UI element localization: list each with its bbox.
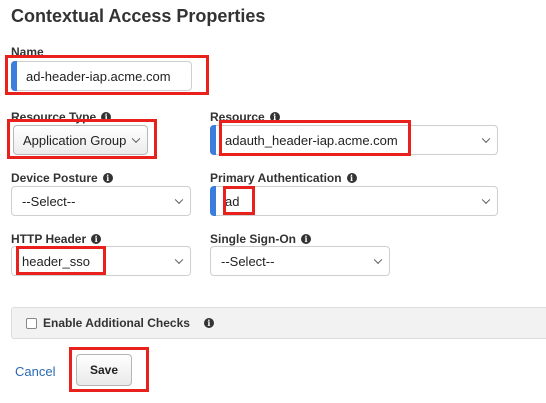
device-posture-value: --Select--	[22, 193, 76, 209]
resource-type-label-text: Resource Type	[11, 110, 97, 124]
primary-auth-value: ad	[225, 193, 240, 209]
device-posture-select[interactable]: --Select--	[11, 186, 191, 216]
resource-select[interactable]: adauth_header-iap.acme.com	[210, 125, 498, 155]
info-icon: i	[102, 173, 113, 183]
single-sign-on-label: Single Sign-On i	[210, 232, 311, 246]
primary-auth-select[interactable]: ad	[210, 186, 498, 216]
single-sign-on-label-text: Single Sign-On	[210, 232, 296, 246]
single-sign-on-value: --Select--	[221, 253, 275, 269]
primary-auth-label-text: Primary Authentication	[210, 171, 342, 185]
contextual-access-properties-page: Contextual Access Properties Name ad-hea…	[0, 0, 546, 403]
chevron-down-icon	[174, 195, 184, 205]
primary-auth-label: Primary Authentication i	[210, 171, 357, 185]
page-title: Contextual Access Properties	[11, 6, 266, 26]
additional-checks-checkbox[interactable]	[26, 317, 37, 329]
chevron-down-icon	[174, 255, 184, 265]
chevron-down-icon	[131, 134, 141, 144]
http-header-label: HTTP Header i	[11, 232, 102, 246]
device-posture-label: Device Posture i	[11, 171, 113, 185]
resource-label-text: Resource	[210, 110, 265, 124]
info-icon: i	[91, 234, 102, 244]
chevron-down-icon	[481, 195, 491, 205]
name-input[interactable]: ad-header-iap.acme.com	[11, 61, 192, 91]
cancel-link[interactable]: Cancel	[15, 364, 55, 379]
save-button[interactable]: Save	[76, 354, 132, 386]
resource-type-label: Resource Type i	[11, 110, 112, 124]
info-icon: i	[203, 318, 214, 328]
info-icon: i	[269, 112, 280, 122]
additional-checks-bar: Enable Additional Checks i	[11, 307, 546, 339]
http-header-label-text: HTTP Header	[11, 232, 87, 246]
http-header-value: header_sso	[22, 253, 90, 269]
name-label: Name	[11, 45, 44, 59]
device-posture-label-text: Device Posture	[11, 171, 98, 185]
additional-checks-label[interactable]: Enable Additional Checks	[43, 316, 190, 330]
resource-label: Resource i	[210, 110, 280, 124]
name-input-value: ad-header-iap.acme.com	[26, 68, 171, 84]
resource-type-select[interactable]: Application Group	[13, 125, 148, 155]
info-icon: i	[301, 234, 311, 244]
resource-value: adauth_header-iap.acme.com	[225, 132, 398, 148]
single-sign-on-select[interactable]: --Select--	[210, 246, 390, 276]
chevron-down-icon	[481, 134, 491, 144]
resource-type-value: Application Group	[23, 132, 127, 148]
http-header-select[interactable]: header_sso	[11, 246, 191, 276]
chevron-down-icon	[373, 255, 383, 265]
info-icon: i	[101, 112, 112, 122]
info-icon: i	[346, 173, 357, 183]
name-label-text: Name	[11, 45, 44, 59]
